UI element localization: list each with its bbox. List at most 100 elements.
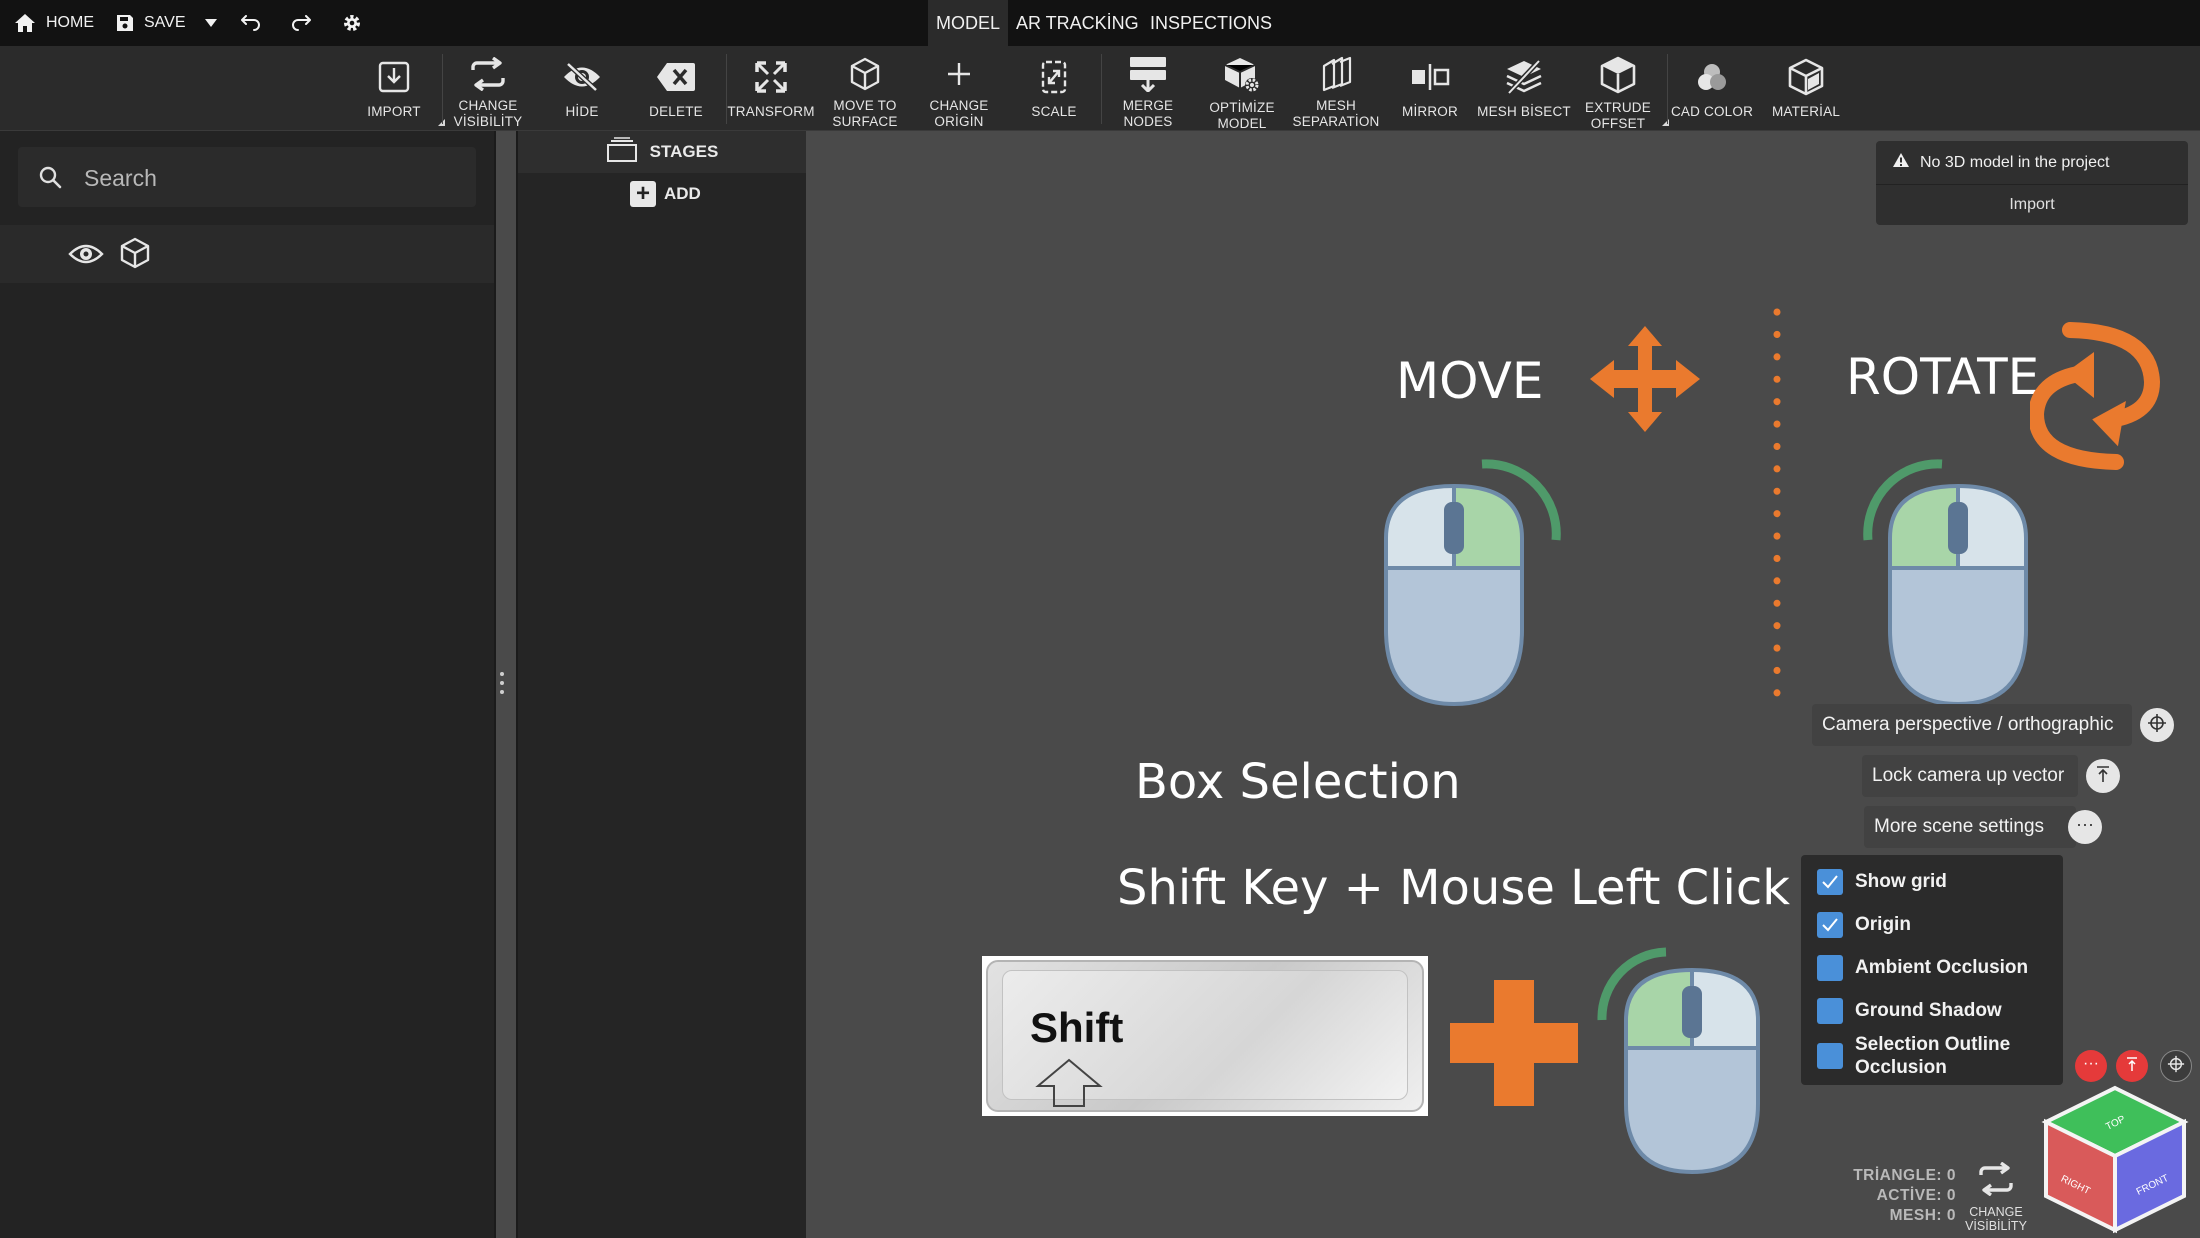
delete-tool-button[interactable]: DELETE [621, 46, 731, 130]
notice-message: No 3D model in the project [1920, 153, 2110, 171]
move-instruction-label: MOVE [1396, 352, 1544, 410]
box-selection-title: Box Selection [1135, 754, 1461, 810]
active-count: ACTİVE: 0 [1876, 1187, 1956, 1204]
backspace-icon [655, 56, 697, 98]
mouse-left-click-icon [1863, 459, 2028, 707]
lock-camera-label: Lock camera up vector [1872, 765, 2065, 786]
mouse-right-click-icon [1384, 459, 1561, 707]
save-icon [116, 14, 134, 32]
lock-camera-button[interactable] [2086, 759, 2120, 793]
mesh-layers-icon [1315, 56, 1357, 92]
scene-tree-panel [0, 131, 496, 1238]
eye-slash-icon [561, 56, 603, 98]
tab-inspections[interactable]: INSPECTIONS [1142, 0, 1280, 46]
change-visibility-quick-label-1: CHANGE [1969, 1205, 2023, 1219]
checkbox-unchecked-icon [1817, 998, 1843, 1024]
save-dropdown-button[interactable] [204, 0, 218, 46]
origin-label: Origin [1855, 914, 1911, 935]
undo-button[interactable] [240, 0, 262, 46]
tab-ar-tracking[interactable]: AR TRACKİNG [1008, 0, 1147, 46]
scene-settings-panel: Show grid Origin Ambient Occlusion Groun… [1801, 855, 2063, 1085]
triangle-count: TRİANGLE: 0 [1853, 1167, 1956, 1184]
show-grid-label: Show grid [1855, 871, 1947, 892]
lock-camera-toggle[interactable]: Lock camera up vector [1862, 755, 2078, 797]
gear-icon [342, 13, 362, 33]
change-visibility-quick-button[interactable]: CHANGE VİSİBİLİTY [1962, 1161, 2030, 1234]
stages-icon [606, 136, 638, 168]
checkbox-unchecked-icon [1817, 1043, 1843, 1069]
change-origin-label-2: ORİGİN [934, 114, 984, 129]
settings-button[interactable] [342, 0, 362, 46]
expand-arrows-icon [750, 56, 792, 98]
camera-projection-button[interactable] [2140, 708, 2174, 742]
tab-model[interactable]: MODEL [928, 0, 1009, 46]
selection-outline-occlusion-checkbox[interactable]: Selection Outline Occlusion [1817, 1033, 2010, 1079]
search-input[interactable] [82, 147, 466, 209]
ground-shadow-checkbox[interactable]: Ground Shadow [1817, 998, 2002, 1024]
more-scene-settings-toggle[interactable]: More scene settings [1864, 806, 2076, 848]
scene-root-row[interactable] [0, 225, 494, 283]
up-vector-icon [2125, 1056, 2139, 1077]
stages-title: STAGES [649, 142, 719, 161]
material-tool-button[interactable]: MATERİAL [1751, 46, 1861, 130]
lock-up-vector-quick-button[interactable] [2116, 1050, 2148, 1082]
more-scene-settings-button[interactable]: ··· [2068, 810, 2102, 844]
notice-import-button[interactable]: Import [1876, 185, 2188, 225]
warning-icon [1892, 152, 1910, 173]
checkbox-unchecked-icon [1817, 955, 1843, 981]
redo-icon [290, 15, 312, 31]
merge-icon [1127, 56, 1169, 92]
up-vector-icon [2095, 765, 2111, 788]
bisect-layers-icon [1503, 56, 1545, 98]
shift-key-label: Shift [1030, 1004, 1124, 1051]
add-stage-button[interactable]: + ADD [630, 181, 701, 207]
stages-panel: STAGES + ADD [516, 131, 806, 1238]
cube-icon [120, 237, 150, 274]
eye-icon[interactable] [68, 241, 104, 272]
scene-options-button[interactable]: ··· [2075, 1050, 2107, 1082]
ground-shadow-label: Ground Shadow [1855, 1000, 2002, 1021]
redo-button[interactable] [290, 0, 312, 46]
camera-projection-toggle[interactable]: Camera perspective / orthographic [1812, 704, 2132, 746]
mouse-left-click-icon-2 [1597, 947, 1760, 1175]
add-stage-label: ADD [664, 184, 701, 203]
show-grid-checkbox[interactable]: Show grid [1817, 869, 1947, 895]
ellipsis-icon: ··· [2076, 814, 2094, 834]
scene-stats: TRİANGLE: 0 ACTİVE: 0 MESH: 0 [1820, 1166, 1956, 1226]
origin-checkbox[interactable]: Origin [1817, 912, 1911, 938]
delete-tool-label: DELETE [649, 104, 703, 119]
caret-down-icon [204, 18, 218, 28]
navigation-cube[interactable]: TOP RIGHT FRONT [2040, 1082, 2190, 1234]
home-button[interactable]: HOME [14, 0, 94, 46]
swap-arrows-icon [1977, 1161, 2015, 1201]
camera-projection-label: Camera perspective / orthographic [1822, 714, 2114, 735]
ambient-occlusion-label: Ambient Occlusion [1855, 957, 2029, 978]
import-icon [373, 56, 415, 98]
change-origin-label-1: CHANGE [929, 98, 989, 113]
cube-surface-icon [844, 56, 886, 92]
box-selection-hint: Shift Key + Mouse Left Click [1117, 860, 1791, 916]
move-arrows-icon [1590, 326, 1700, 432]
selection-outline-occlusion-label: Selection Outline Occlusion [1855, 1033, 2010, 1079]
mesh-count: MESH: 0 [1889, 1207, 1956, 1224]
checkbox-checked-icon [1817, 869, 1843, 895]
color-circles-icon [1691, 56, 1733, 98]
top-menu-bar: HOME SAVE MODEL AR TRACKİNG INSPECTIONS [0, 0, 2200, 46]
extrude-cube-icon [1597, 56, 1639, 94]
change-origin-tool-button[interactable]: CHANGE ORİGİN [904, 46, 1014, 130]
undo-icon [240, 15, 262, 31]
stages-header: STAGES [518, 131, 806, 173]
scale-icon [1033, 56, 1075, 98]
rotate-arrows-icon [2030, 322, 2160, 470]
dotted-divider [1773, 308, 1781, 698]
projection-quick-button[interactable] [2160, 1050, 2192, 1082]
save-button[interactable]: SAVE [116, 0, 186, 46]
cube-gear-icon [1221, 56, 1263, 94]
checkbox-checked-icon [1817, 912, 1843, 938]
save-label: SAVE [144, 14, 186, 31]
no-model-notice: No 3D model in the project Import [1876, 141, 2188, 225]
more-scene-settings-label: More scene settings [1874, 816, 2045, 837]
ambient-occlusion-checkbox[interactable]: Ambient Occlusion [1817, 955, 2028, 981]
panel-resize-handle[interactable] [500, 672, 504, 698]
plus-sign-icon [1450, 980, 1578, 1106]
